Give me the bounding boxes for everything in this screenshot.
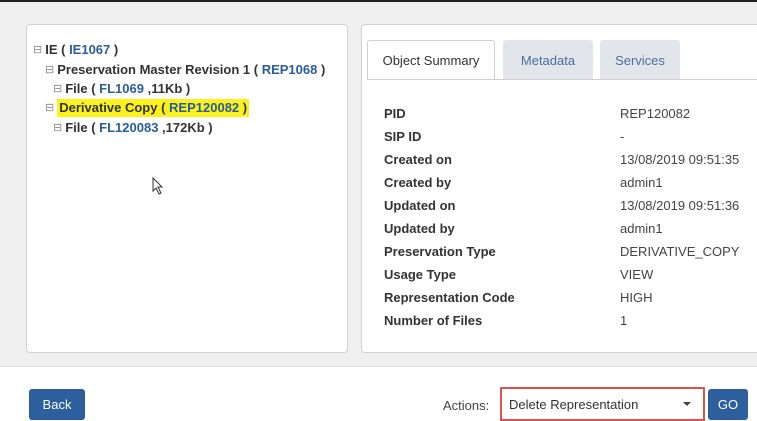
tree-node-prefix: File ( [65,81,100,96]
tree-node-suffix: ,11Kb ) [143,81,191,96]
summary-row-sip-id: SIP ID - [384,125,757,148]
summary-row-pid: PID REP120082 [384,102,757,125]
tree-node-file[interactable]: ⊟ File ( FL120083 ,172Kb ) [53,119,213,137]
summary-value: 13/08/2019 09:51:35 [620,152,740,167]
tree-node-id-link[interactable]: REP1068 [262,62,318,77]
chevron-down-icon[interactable] [683,402,691,406]
tree-node-suffix: ) [317,62,326,77]
collapse-icon[interactable]: ⊟ [45,99,54,117]
collapse-icon[interactable]: ⊟ [53,80,62,98]
go-button[interactable]: GO [708,389,748,420]
summary-key: Number of Files [384,313,483,328]
summary-key: Updated on [384,198,456,213]
back-button[interactable]: Back [29,389,85,420]
collapse-icon[interactable]: ⊟ [33,41,42,59]
summary-key: SIP ID [384,129,422,144]
collapse-icon[interactable]: ⊟ [53,119,62,137]
main-area: ⊟ IE ( IE1067 ) ⊟ Preservation Master Re… [0,2,757,366]
tree-node-prefix: Derivative Copy ( [59,100,170,115]
tree-node-prefix: File ( [65,120,100,135]
actions-label: Actions: [443,398,490,413]
tree-node-suffix: ,172Kb ) [158,120,213,135]
tree-node-ie[interactable]: ⊟ IE ( IE1067 ) [33,41,118,59]
tree-node-label: IE ( IE1067 ) [45,41,118,59]
tree-node-id-link[interactable]: FL1069 [99,81,144,96]
tree-node-label: File ( FL120083 ,172Kb ) [65,119,212,137]
summary-value: admin1 [620,175,663,190]
summary-value: 13/08/2019 09:51:36 [620,198,740,213]
summary-value: VIEW [620,267,654,282]
summary-key: Created on [384,152,452,167]
summary-key: Updated by [384,221,455,236]
summary-value: REP120082 [620,106,691,121]
tree-node-suffix: ) [110,42,119,57]
tree-node-label: File ( FL1069 ,11Kb ) [65,80,190,98]
actions-select[interactable]: Delete Representation [500,387,705,421]
tree-node-suffix: ) [239,100,248,115]
tree-node-id-link[interactable]: REP120082 [169,100,239,115]
summary-row-usage-type: Usage Type VIEW [384,263,757,286]
tree-node-derivative-copy[interactable]: ⊟ Derivative Copy ( REP120082 ) [45,99,250,117]
tree-node-prefix: Preservation Master Revision 1 ( [57,62,262,77]
summary-row-preservation-type: Preservation Type DERIVATIVE_COPY [384,240,757,263]
summary-key: Created by [384,175,452,190]
object-summary-panel: Object Summary Metadata Services PID REP… [361,24,757,353]
summary-row-number-of-files: Number of Files 1 [384,309,757,332]
summary-key: Usage Type [384,267,457,282]
tree-node-id-link[interactable]: FL120083 [99,120,158,135]
tab-divider [367,79,757,80]
summary-row-created-on: Created on 13/08/2019 09:51:35 [384,148,757,171]
tab-object-summary[interactable]: Object Summary [367,40,495,80]
mouse-pointer-icon [152,177,164,195]
summary-row-updated-on: Updated on 13/08/2019 09:51:36 [384,194,757,217]
summary-key: Representation Code [384,290,515,305]
tab-services[interactable]: Services [600,40,680,80]
collapse-icon[interactable]: ⊟ [45,61,54,79]
summary-value: HIGH [620,290,653,305]
tree-node-file[interactable]: ⊟ File ( FL1069 ,11Kb ) [53,80,190,98]
summary-value: - [620,129,625,144]
summary-row-created-by: Created by admin1 [384,171,757,194]
tree-node-label-selected: Derivative Copy ( REP120082 ) [57,99,250,117]
tree-node-id-link[interactable]: IE1067 [69,42,110,57]
summary-row-representation-code: Representation Code HIGH [384,286,757,309]
tab-metadata[interactable]: Metadata [503,40,593,80]
actions-selected-value: Delete Representation [509,396,639,412]
tree-node-prefix: IE ( [45,42,70,57]
summary-value: admin1 [620,221,663,236]
summary-row-updated-by: Updated by admin1 [384,217,757,240]
summary-value: 1 [620,313,628,328]
footer-bar: Back Actions: Delete Representation GO [0,366,757,421]
tree-node-preservation-master[interactable]: ⊟ Preservation Master Revision 1 ( REP10… [45,61,325,79]
summary-key: Preservation Type [384,244,496,259]
tree-node-label: Preservation Master Revision 1 ( REP1068… [57,61,325,79]
summary-value: DERIVATIVE_COPY [620,244,740,259]
object-tree-panel: ⊟ IE ( IE1067 ) ⊟ Preservation Master Re… [26,24,348,353]
summary-key: PID [384,106,406,121]
